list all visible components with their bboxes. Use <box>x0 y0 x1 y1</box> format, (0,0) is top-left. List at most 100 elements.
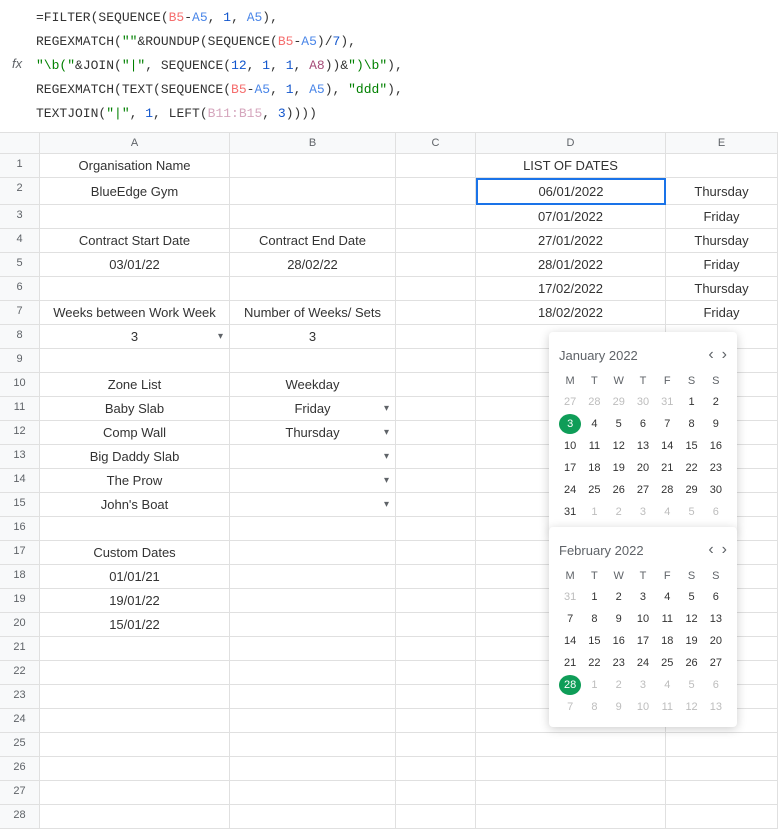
cell-B3[interactable] <box>230 205 396 229</box>
cal-day[interactable]: 22 <box>680 458 702 478</box>
cell-C12[interactable] <box>396 421 476 445</box>
row-header-11[interactable]: 11 <box>0 397 40 421</box>
cal-day[interactable]: 21 <box>656 458 678 478</box>
cell-A20[interactable]: 15/01/22 <box>40 613 230 637</box>
cal-day[interactable]: 13 <box>705 697 727 717</box>
cell-C24[interactable] <box>396 709 476 733</box>
cal-day[interactable]: 20 <box>705 631 727 651</box>
row-header-28[interactable]: 28 <box>0 805 40 829</box>
cal-day[interactable]: 12 <box>680 609 702 629</box>
cal-day[interactable]: 24 <box>559 480 581 500</box>
cal-day[interactable]: 27 <box>705 653 727 673</box>
cell-B10[interactable]: Weekday <box>230 373 396 397</box>
cal-day[interactable]: 2 <box>608 502 630 522</box>
cal-day[interactable]: 9 <box>705 414 727 434</box>
cal-day[interactable]: 7 <box>559 609 581 629</box>
cal-day[interactable]: 3 <box>559 414 581 434</box>
cell-D26[interactable] <box>476 757 666 781</box>
calendar-prev-icon[interactable]: ‹ <box>708 346 713 364</box>
row-header-6[interactable]: 6 <box>0 277 40 301</box>
cell-A24[interactable] <box>40 709 230 733</box>
cal-day[interactable]: 29 <box>608 392 630 412</box>
cell-A21[interactable] <box>40 637 230 661</box>
cell-C18[interactable] <box>396 565 476 589</box>
cal-day[interactable]: 5 <box>608 414 630 434</box>
cal-day[interactable]: 8 <box>583 697 605 717</box>
cell-C14[interactable] <box>396 469 476 493</box>
cell-B6[interactable] <box>230 277 396 301</box>
cal-day[interactable]: 29 <box>680 480 702 500</box>
cell-A9[interactable] <box>40 349 230 373</box>
cal-day[interactable]: 4 <box>583 414 605 434</box>
cell-A18[interactable]: 01/01/21 <box>40 565 230 589</box>
row-header-2[interactable]: 2 <box>0 178 40 205</box>
cal-day[interactable]: 11 <box>583 436 605 456</box>
cell-A13[interactable]: Big Daddy Slab <box>40 445 230 469</box>
cell-D5[interactable]: 28/01/2022 <box>476 253 666 277</box>
cell-E26[interactable] <box>666 757 778 781</box>
cell-A3[interactable] <box>40 205 230 229</box>
cal-day[interactable]: 4 <box>656 587 678 607</box>
cell-A22[interactable] <box>40 661 230 685</box>
cal-day[interactable]: 24 <box>632 653 654 673</box>
cal-day[interactable]: 5 <box>680 502 702 522</box>
cell-E27[interactable] <box>666 781 778 805</box>
cal-day[interactable]: 30 <box>705 480 727 500</box>
row-header-17[interactable]: 17 <box>0 541 40 565</box>
cal-day[interactable]: 30 <box>632 392 654 412</box>
cal-day[interactable]: 25 <box>656 653 678 673</box>
cell-A16[interactable] <box>40 517 230 541</box>
cal-day[interactable]: 19 <box>680 631 702 651</box>
cell-B26[interactable] <box>230 757 396 781</box>
col-header-D[interactable]: D <box>476 133 666 154</box>
row-header-25[interactable]: 25 <box>0 733 40 757</box>
cell-A23[interactable] <box>40 685 230 709</box>
dropdown-icon[interactable]: ▾ <box>384 403 389 414</box>
cell-A15[interactable]: John's Boat <box>40 493 230 517</box>
cal-day[interactable]: 17 <box>632 631 654 651</box>
cal-day[interactable]: 22 <box>583 653 605 673</box>
cal-day[interactable]: 11 <box>656 609 678 629</box>
cal-day[interactable]: 14 <box>559 631 581 651</box>
cal-day[interactable]: 8 <box>680 414 702 434</box>
cell-C23[interactable] <box>396 685 476 709</box>
row-header-16[interactable]: 16 <box>0 517 40 541</box>
cell-C21[interactable] <box>396 637 476 661</box>
col-header-B[interactable]: B <box>230 133 396 154</box>
cell-C28[interactable] <box>396 805 476 829</box>
row-header-19[interactable]: 19 <box>0 589 40 613</box>
cell-B15[interactable]: ▾ <box>230 493 396 517</box>
cell-E7[interactable]: Friday <box>666 301 778 325</box>
cal-day[interactable]: 6 <box>632 414 654 434</box>
cell-B11[interactable]: Friday▾ <box>230 397 396 421</box>
dropdown-icon[interactable]: ▾ <box>218 331 223 342</box>
cell-A14[interactable]: The Prow <box>40 469 230 493</box>
cal-day[interactable]: 6 <box>705 587 727 607</box>
cell-A2[interactable]: BlueEdge Gym <box>40 178 230 205</box>
cell-E2[interactable]: Thursday <box>666 178 778 205</box>
cell-C19[interactable] <box>396 589 476 613</box>
cell-D2[interactable]: 06/01/2022 <box>476 178 666 205</box>
cal-day[interactable]: 27 <box>559 392 581 412</box>
cell-A5[interactable]: 03/01/22 <box>40 253 230 277</box>
cal-day[interactable]: 1 <box>583 587 605 607</box>
cal-day[interactable]: 18 <box>583 458 605 478</box>
cal-day[interactable]: 10 <box>559 436 581 456</box>
cell-E3[interactable]: Friday <box>666 205 778 229</box>
cell-A28[interactable] <box>40 805 230 829</box>
cal-day[interactable]: 8 <box>583 609 605 629</box>
cal-day[interactable]: 17 <box>559 458 581 478</box>
cell-B5[interactable]: 28/02/22 <box>230 253 396 277</box>
row-header-10[interactable]: 10 <box>0 373 40 397</box>
cal-day[interactable]: 15 <box>680 436 702 456</box>
row-header-20[interactable]: 20 <box>0 613 40 637</box>
cal-day[interactable]: 14 <box>656 436 678 456</box>
cell-B22[interactable] <box>230 661 396 685</box>
row-header-8[interactable]: 8 <box>0 325 40 349</box>
cal-day[interactable]: 3 <box>632 502 654 522</box>
cell-D1[interactable]: LIST OF DATES <box>476 154 666 178</box>
cell-B8[interactable]: 3 <box>230 325 396 349</box>
cell-B23[interactable] <box>230 685 396 709</box>
formula-text[interactable]: =FILTER(SEQUENCE(B5-A5, 1, A5), REGEXMAT… <box>36 6 403 126</box>
cal-day[interactable]: 1 <box>583 675 605 695</box>
